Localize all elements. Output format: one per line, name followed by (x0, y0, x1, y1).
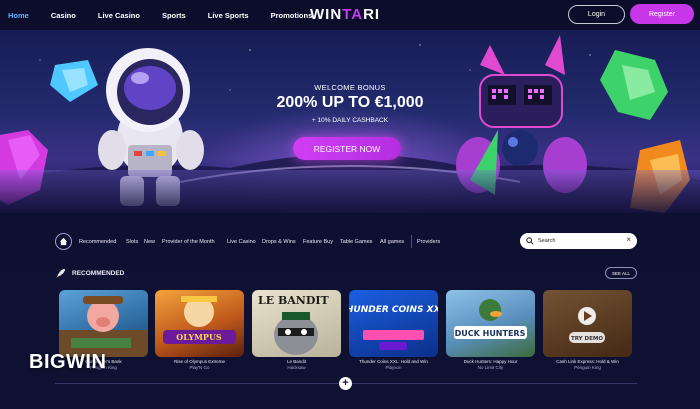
nav-casino[interactable]: Casino (51, 11, 76, 20)
hero-floor-glow (0, 170, 700, 213)
game-title[interactable]: Thunder Coins XXL: Hold and Win (349, 359, 438, 364)
filter-live-casino[interactable]: Live Casino (227, 239, 256, 245)
search-input[interactable]: Search (538, 238, 555, 244)
filter-provider-of-the-month[interactable]: Provider of the Month (162, 239, 215, 245)
game-tile-duck-hunters[interactable]: DUCK HUNTERS (446, 290, 535, 357)
game-title[interactable]: Cash Link Express: Hold & Win (543, 359, 632, 364)
bonus-subtitle: + 10% DAILY CASHBACK (311, 117, 389, 124)
olympus-art: OLYMPUS (163, 296, 236, 344)
game-tile-rise-of-olympus-extreme[interactable]: OLYMPUS (155, 290, 244, 357)
load-more-button[interactable]: + (339, 377, 352, 390)
nav-promotions[interactable]: Promotions (271, 11, 313, 20)
bonus-kicker: WELCOME BONUS (314, 83, 386, 92)
register-button[interactable]: Register (630, 4, 694, 24)
login-button[interactable]: Login (568, 5, 625, 24)
game-title[interactable]: Duck Hunters: Happy Hour (446, 359, 535, 364)
le-bandit-logo-text: LE BANDIT (258, 294, 330, 307)
main-nav: Home Casino Live Casino Sports Live Spor… (8, 11, 334, 20)
recommended-header: RECOMMENDED SEE ALL (55, 267, 637, 284)
site-logo[interactable]: WINTARI (310, 6, 380, 23)
home-filter-button[interactable] (55, 233, 72, 250)
casino-home-page: Home Casino Live Casino Sports Live Spor… (0, 0, 700, 409)
game-tile-thunder-coins-xxl[interactable]: THUNDER COINS XXL (349, 290, 438, 357)
gunslinger-pig-art (59, 296, 148, 357)
game-tile-cash-link-express[interactable]: TRY DEMO (543, 290, 632, 357)
game-tile-gunslingers-bank[interactable] (59, 290, 148, 357)
see-all-button[interactable]: SEE ALL (605, 267, 637, 279)
duck-hunters-logo-text: DUCK HUNTERS (455, 329, 526, 338)
watermark-text: BIGWIN (29, 351, 107, 373)
duck-hunters-art: DUCK HUNTERS (454, 299, 527, 339)
filter-divider (411, 235, 412, 248)
logo-part-1: WIN (310, 6, 343, 23)
register-now-button[interactable]: REGISTER NOW (293, 137, 401, 160)
nav-live-sports[interactable]: Live Sports (208, 11, 249, 20)
filter-feature-buy[interactable]: Feature Buy (303, 239, 333, 245)
game-search-box[interactable]: Search × (520, 233, 637, 249)
filter-drops-and-wins[interactable]: Drops & Wins (262, 239, 296, 245)
game-provider: Hacksaw (287, 365, 306, 370)
filter-recommended[interactable]: Recommended (79, 239, 116, 245)
bonus-headline: 200% UP TO €1,000 (276, 94, 424, 111)
home-icon (59, 237, 68, 246)
game-title[interactable]: Rise of Olympus Extreme (155, 359, 244, 364)
rocket-icon (55, 268, 66, 279)
le-bandit-art: LE BANDIT (258, 294, 330, 355)
filter-all-games[interactable]: All games (380, 239, 404, 245)
game-provider: Penguin King (574, 365, 601, 370)
filter-slots[interactable]: Slots (126, 239, 138, 245)
nav-home[interactable]: Home (8, 11, 29, 20)
nav-sports[interactable]: Sports (162, 11, 186, 20)
search-icon (526, 237, 534, 245)
filter-providers[interactable]: Providers (417, 239, 440, 245)
logo-part-2: TA (342, 6, 364, 23)
game-provider: Playson (385, 365, 402, 370)
category-filter-bar: Recommended Slots New Provider of the Mo… (0, 213, 700, 270)
game-provider: No Limit City (477, 365, 504, 370)
top-navigation-bar: Home Casino Live Casino Sports Live Spor… (0, 0, 700, 30)
logo-part-3: RI (363, 6, 381, 23)
try-demo-button: TRY DEMO (571, 336, 603, 342)
nav-live-casino[interactable]: Live Casino (98, 11, 140, 20)
filter-table-games[interactable]: Table Games (340, 239, 372, 245)
filter-new[interactable]: New (144, 239, 155, 245)
cash-link-art: TRY DEMO (543, 290, 632, 357)
game-title[interactable]: Le Bandit (252, 359, 341, 364)
thunder-coins-art: THUNDER COINS XXL (349, 305, 438, 350)
game-provider: Play'N Go (189, 365, 210, 370)
game-tile-le-bandit[interactable]: LE BANDIT (252, 290, 341, 357)
welcome-bonus-banner[interactable]: WELCOME BONUS 200% UP TO €1,000 + 10% DA… (0, 30, 700, 213)
clear-search-icon[interactable]: × (626, 235, 631, 244)
recommended-title: RECOMMENDED (72, 270, 125, 277)
thunder-coins-logo-text: THUNDER COINS XXL (349, 305, 438, 315)
olympus-logo-text: OLYMPUS (176, 332, 222, 342)
